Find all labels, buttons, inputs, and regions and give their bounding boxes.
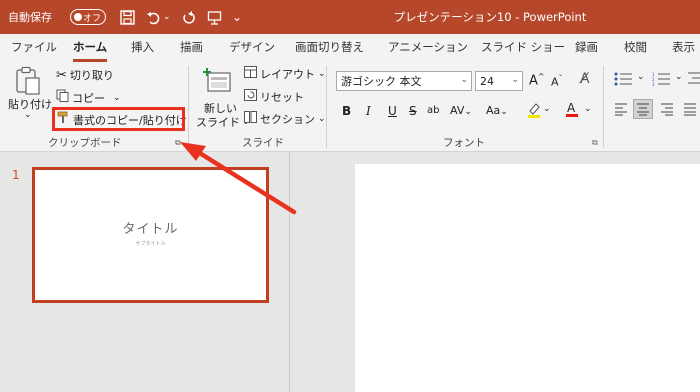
ribbon-tabs: ファイル ホーム 挿入 描画 デザイン 画面切り替え アニメーション スライド … <box>0 34 700 62</box>
tab-file[interactable]: ファイル <box>11 39 57 59</box>
font-size-dropdown-icon[interactable]: ⌄ <box>511 75 519 85</box>
font-size-value: 24 <box>480 74 494 88</box>
tab-slideshow[interactable]: スライド ショー <box>481 39 565 59</box>
reset-label: リセット <box>260 91 304 104</box>
main-area: 1 タイトル サブタイトル <box>0 152 700 392</box>
font-name-value: 游ゴシック 本文 <box>341 75 422 88</box>
customize-toolbar-icon[interactable]: ⌄ <box>232 0 242 34</box>
undo-icon[interactable] <box>143 0 163 34</box>
tab-animations[interactable]: アニメーション <box>388 39 468 59</box>
numbering-dropdown-icon[interactable]: ⌄ <box>675 72 683 82</box>
redo-icon[interactable] <box>178 0 198 34</box>
slide-canvas[interactable] <box>355 164 700 392</box>
toggle-label: オフ <box>82 13 101 24</box>
numbering-icon[interactable]: 123 <box>652 72 672 89</box>
scissors-icon: ✂ <box>56 67 67 83</box>
slide-number: 1 <box>12 168 20 182</box>
thumbnail-subtitle: サブタイトル <box>135 241 166 247</box>
section-icon <box>244 111 257 127</box>
font-size-combo[interactable]: 24 ⌄ <box>475 71 523 91</box>
strikethrough-button[interactable]: S <box>409 104 417 118</box>
shrink-font-label: A <box>551 75 559 89</box>
shrink-font-button[interactable]: Aˇ <box>551 74 563 89</box>
grow-font-label: A <box>529 73 538 89</box>
annotation-highlight-box <box>52 107 185 131</box>
new-slide-button[interactable]: スライド ⌄ <box>196 114 250 130</box>
underline-button[interactable]: U <box>388 104 397 118</box>
character-spacing-button[interactable]: AV⌄ <box>450 104 472 117</box>
layout-button[interactable]: レイアウト ⌄ <box>244 66 326 82</box>
slide-thumbnail-pane: 1 タイトル サブタイトル <box>0 152 290 392</box>
copy-icon <box>56 89 69 106</box>
font-color-dropdown-icon[interactable]: ⌄ <box>584 104 592 114</box>
tab-view[interactable]: 表示 <box>672 39 695 59</box>
change-case-button[interactable]: Aa⌄ <box>486 104 508 117</box>
align-center-icon[interactable] <box>633 99 653 119</box>
tab-draw[interactable]: 描画 <box>180 39 203 59</box>
justify-icon[interactable] <box>683 102 697 119</box>
paste-icon[interactable] <box>14 66 42 99</box>
new-slide-icon[interactable] <box>203 67 233 98</box>
decrease-indent-icon[interactable] <box>686 71 700 88</box>
undo-dropdown-icon[interactable]: ⌄ <box>163 0 171 34</box>
font-name-combo[interactable]: 游ゴシック 本文 ⌄ <box>336 71 472 91</box>
copy-label: コピー <box>72 91 105 105</box>
change-case-label: Aa <box>486 104 501 117</box>
group-separator <box>603 66 604 148</box>
italic-button[interactable]: I <box>366 104 371 118</box>
tab-transitions[interactable]: 画面切り替え <box>295 39 364 59</box>
tab-review[interactable]: 校閲 <box>624 39 647 59</box>
cut-button[interactable]: ✂ 切り取り <box>56 67 114 83</box>
section-label: セクション <box>260 113 315 126</box>
bold-button[interactable]: B <box>342 104 351 118</box>
font-group-label: フォント <box>443 137 485 149</box>
text-shadow-button[interactable]: ab <box>427 105 439 116</box>
group-separator <box>188 66 189 148</box>
group-separator <box>326 66 327 148</box>
bullets-icon[interactable] <box>614 72 634 89</box>
align-right-icon[interactable] <box>660 102 674 119</box>
align-left-icon[interactable] <box>614 102 628 119</box>
section-button[interactable]: セクション ⌄ <box>244 111 326 127</box>
reset-icon <box>244 89 257 105</box>
highlight-dropdown-icon[interactable]: ⌄ <box>543 104 551 114</box>
layout-icon <box>244 66 257 82</box>
copy-button[interactable]: コピー ⌄ <box>56 89 121 106</box>
document-title: プレゼンテーション10 - PowerPoint <box>393 10 587 24</box>
save-icon[interactable] <box>117 0 137 34</box>
tab-insert[interactable]: 挿入 <box>131 39 154 59</box>
font-name-dropdown-icon[interactable]: ⌄ <box>460 75 468 85</box>
svg-text:3: 3 <box>652 82 655 86</box>
font-launcher-icon[interactable]: ⧉ <box>592 138 598 148</box>
layout-label: レイアウト <box>260 68 315 81</box>
present-icon[interactable] <box>204 0 224 34</box>
svg-text:A: A <box>567 101 576 115</box>
copy-dropdown-icon[interactable]: ⌄ <box>113 93 121 103</box>
section-dropdown-icon: ⌄ <box>318 114 326 124</box>
clear-formatting-icon[interactable]: A̸ <box>580 71 590 87</box>
autosave-label: 自動保存 <box>8 11 52 24</box>
toggle-knob <box>74 13 82 21</box>
clipboard-group-label: クリップボード <box>48 137 122 149</box>
slide-thumbnail[interactable]: タイトル サブタイトル <box>32 167 269 303</box>
clipboard-launcher-icon[interactable]: ⧉ <box>175 138 181 148</box>
layout-dropdown-icon: ⌄ <box>318 69 326 79</box>
font-color-icon[interactable]: A <box>565 101 579 121</box>
paste-dropdown-icon[interactable]: ⌄ <box>24 110 32 120</box>
tab-design[interactable]: デザイン <box>229 39 275 59</box>
title-bar: 自動保存 オフ ⌄ ⌄ プレゼンテーション10 - PowerPoint <box>0 0 700 34</box>
slides-group-label: スライド <box>242 137 284 149</box>
autosave-toggle[interactable]: オフ <box>70 9 106 25</box>
new-slide-label-2: スライド <box>196 116 240 129</box>
tab-home[interactable]: ホーム <box>73 39 108 62</box>
tab-record[interactable]: 録画 <box>575 39 598 59</box>
character-spacing-label: AV <box>450 104 465 117</box>
cut-label: 切り取り <box>69 69 114 82</box>
reset-button[interactable]: リセット <box>244 89 304 105</box>
highlighter-icon[interactable] <box>527 102 541 121</box>
thumbnail-title: タイトル <box>122 222 179 237</box>
grow-font-button[interactable]: A^ <box>529 72 545 88</box>
bullets-dropdown-icon[interactable]: ⌄ <box>637 72 645 82</box>
